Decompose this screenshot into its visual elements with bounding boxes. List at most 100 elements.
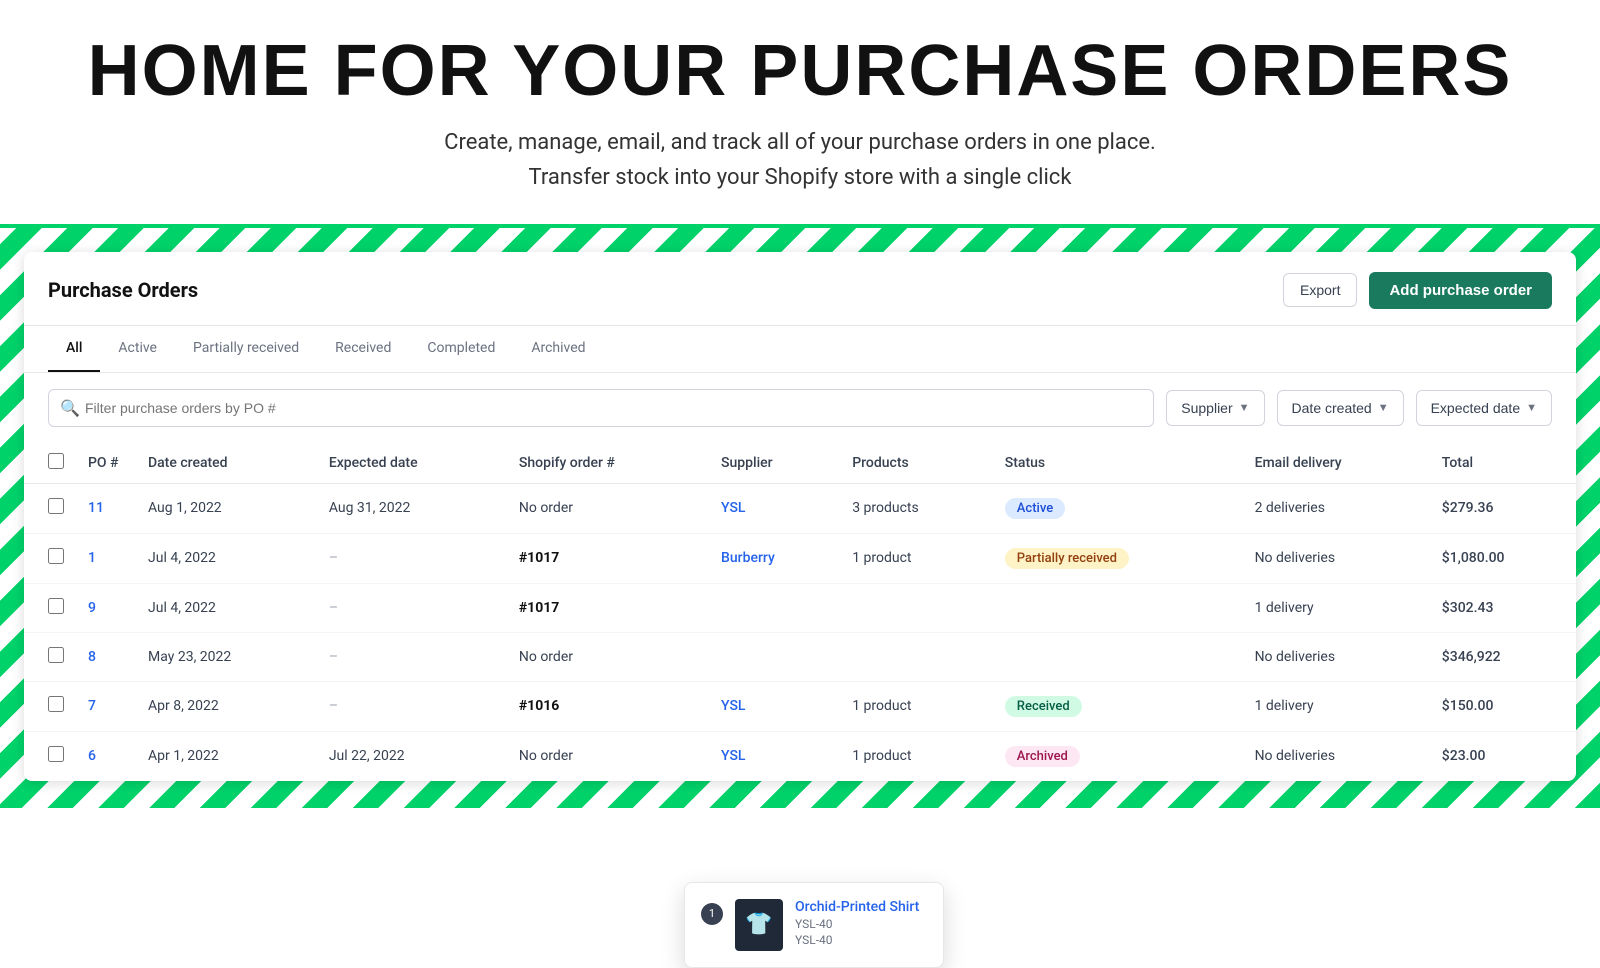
email-delivery-cell: No deliveries [1243,533,1430,583]
hero-subtitle: Create, manage, email, and track all of … [20,125,1580,195]
supplier-cell [709,632,840,681]
supplier-link[interactable]: YSL [721,500,745,516]
date-created-cell: Jul 4, 2022 [136,583,317,632]
tab-archived[interactable]: Archived [513,326,603,372]
tooltip-product-name[interactable]: Orchid-Printed Shirt [795,899,919,915]
row-checkbox[interactable] [48,548,64,564]
total-cell: $279.36 [1430,483,1576,533]
shopify-order-cell: #1017 [507,533,709,583]
table-row: 7Apr 8, 2022–#1016YSL1 productReceived1 … [24,681,1576,731]
supplier-cell: YSL [709,681,840,731]
status-cell [993,583,1243,632]
products-cell: 1 product [840,533,993,583]
status-badge: Active [1005,498,1065,519]
total-cell: $23.00 [1430,731,1576,781]
supplier-filter-button[interactable]: Supplier ▼ [1166,390,1264,426]
shopify-order-cell: #1017 [507,583,709,632]
status-badge: Partially received [1005,548,1129,569]
expected-date-cell: – [317,632,507,681]
date-created-cell: May 23, 2022 [136,632,317,681]
expected-date-filter-label: Expected date [1431,400,1521,416]
po-link[interactable]: 1 [88,550,96,566]
product-tooltip: 1 👕 Orchid-Printed Shirt YSL-40 YSL-40 [684,882,944,968]
purchase-orders-table: PO # Date created Expected date Shopify … [24,443,1576,781]
col-expected-date: Expected date [317,443,507,484]
status-badge: Received [1005,696,1082,717]
supplier-filter-label: Supplier [1181,400,1232,416]
date-created-cell: Apr 8, 2022 [136,681,317,731]
col-po: PO # [76,443,136,484]
row-checkbox[interactable] [48,598,64,614]
row-checkbox[interactable] [48,696,64,712]
status-cell: Partially received [993,533,1243,583]
table-body: 11Aug 1, 2022Aug 31, 2022No orderYSL3 pr… [24,483,1576,781]
header-actions: Export Add purchase order [1283,272,1552,309]
products-cell: 1 product [840,681,993,731]
status-cell: Archived [993,731,1243,781]
table-wrapper: PO # Date created Expected date Shopify … [24,443,1576,781]
select-all-checkbox[interactable] [48,453,64,469]
tooltip-sku2: YSL-40 [795,933,919,947]
tab-all[interactable]: All [48,326,100,372]
date-created-cell: Jul 4, 2022 [136,533,317,583]
col-total: Total [1430,443,1576,484]
status-cell [993,632,1243,681]
products-cell: 3 products [840,483,993,533]
date-created-cell: Aug 1, 2022 [136,483,317,533]
date-created-filter-label: Date created [1292,400,1372,416]
po-link[interactable]: 9 [88,600,96,616]
supplier-link[interactable]: YSL [721,698,745,714]
tab-received[interactable]: Received [317,326,409,372]
supplier-link[interactable]: Burberry [721,550,775,566]
total-cell: $150.00 [1430,681,1576,731]
products-cell [840,583,993,632]
shopify-order-cell: #1016 [507,681,709,731]
po-link[interactable]: 11 [88,500,104,516]
col-status: Status [993,443,1243,484]
search-wrapper: 🔍 [48,389,1154,427]
search-input[interactable] [48,389,1154,427]
table-header-row: PO # Date created Expected date Shopify … [24,443,1576,484]
supplier-link[interactable]: YSL [721,748,745,764]
supplier-cell [709,583,840,632]
date-created-filter-button[interactable]: Date created ▼ [1277,390,1404,426]
card-header: Purchase Orders Export Add purchase orde… [24,252,1576,326]
table-row: 8May 23, 2022–No orderNo deliveries$346,… [24,632,1576,681]
expected-date-cell: Aug 31, 2022 [317,483,507,533]
expected-date-cell: – [317,583,507,632]
tab-active[interactable]: Active [100,326,175,372]
expected-date-cell: Jul 22, 2022 [317,731,507,781]
col-shopify-order: Shopify order # [507,443,709,484]
tooltip-info: Orchid-Printed Shirt YSL-40 YSL-40 [795,899,919,947]
email-delivery-cell: 1 delivery [1243,583,1430,632]
tooltip-badge-count: 1 [701,903,723,925]
tab-partially-received[interactable]: Partially received [175,326,317,372]
po-link[interactable]: 8 [88,649,96,665]
add-purchase-order-button[interactable]: Add purchase order [1369,272,1552,309]
po-link[interactable]: 6 [88,748,96,764]
table-row: 6Apr 1, 2022Jul 22, 2022No orderYSL1 pro… [24,731,1576,781]
shopify-order-link[interactable]: #1017 [519,550,559,566]
po-link[interactable]: 7 [88,698,96,714]
tab-completed[interactable]: Completed [409,326,513,372]
table-row: 9 Jul 4, 2022–#1017 1 delivery$302.43 [24,583,1576,632]
expected-date-filter-button[interactable]: Expected date ▼ [1416,390,1552,426]
export-button[interactable]: Export [1283,273,1357,307]
row-checkbox[interactable] [48,647,64,663]
row-checkbox[interactable] [48,498,64,514]
tabs-bar: All Active Partially received Received C… [24,326,1576,373]
shopify-order-link[interactable]: #1017 [519,600,559,616]
shopify-order-link[interactable]: #1016 [519,698,559,714]
supplier-chevron-icon: ▼ [1239,402,1250,414]
total-cell: $302.43 [1430,583,1576,632]
supplier-cell: YSL [709,483,840,533]
expected-date-cell: – [317,681,507,731]
tooltip-sku1: YSL-40 [795,917,919,931]
shopify-order-cell: No order [507,731,709,781]
shopify-order-cell: No order [507,483,709,533]
supplier-cell: YSL [709,731,840,781]
date-created-cell: Apr 1, 2022 [136,731,317,781]
row-checkbox[interactable] [48,746,64,762]
status-cell: Received [993,681,1243,731]
search-icon: 🔍 [60,398,80,417]
